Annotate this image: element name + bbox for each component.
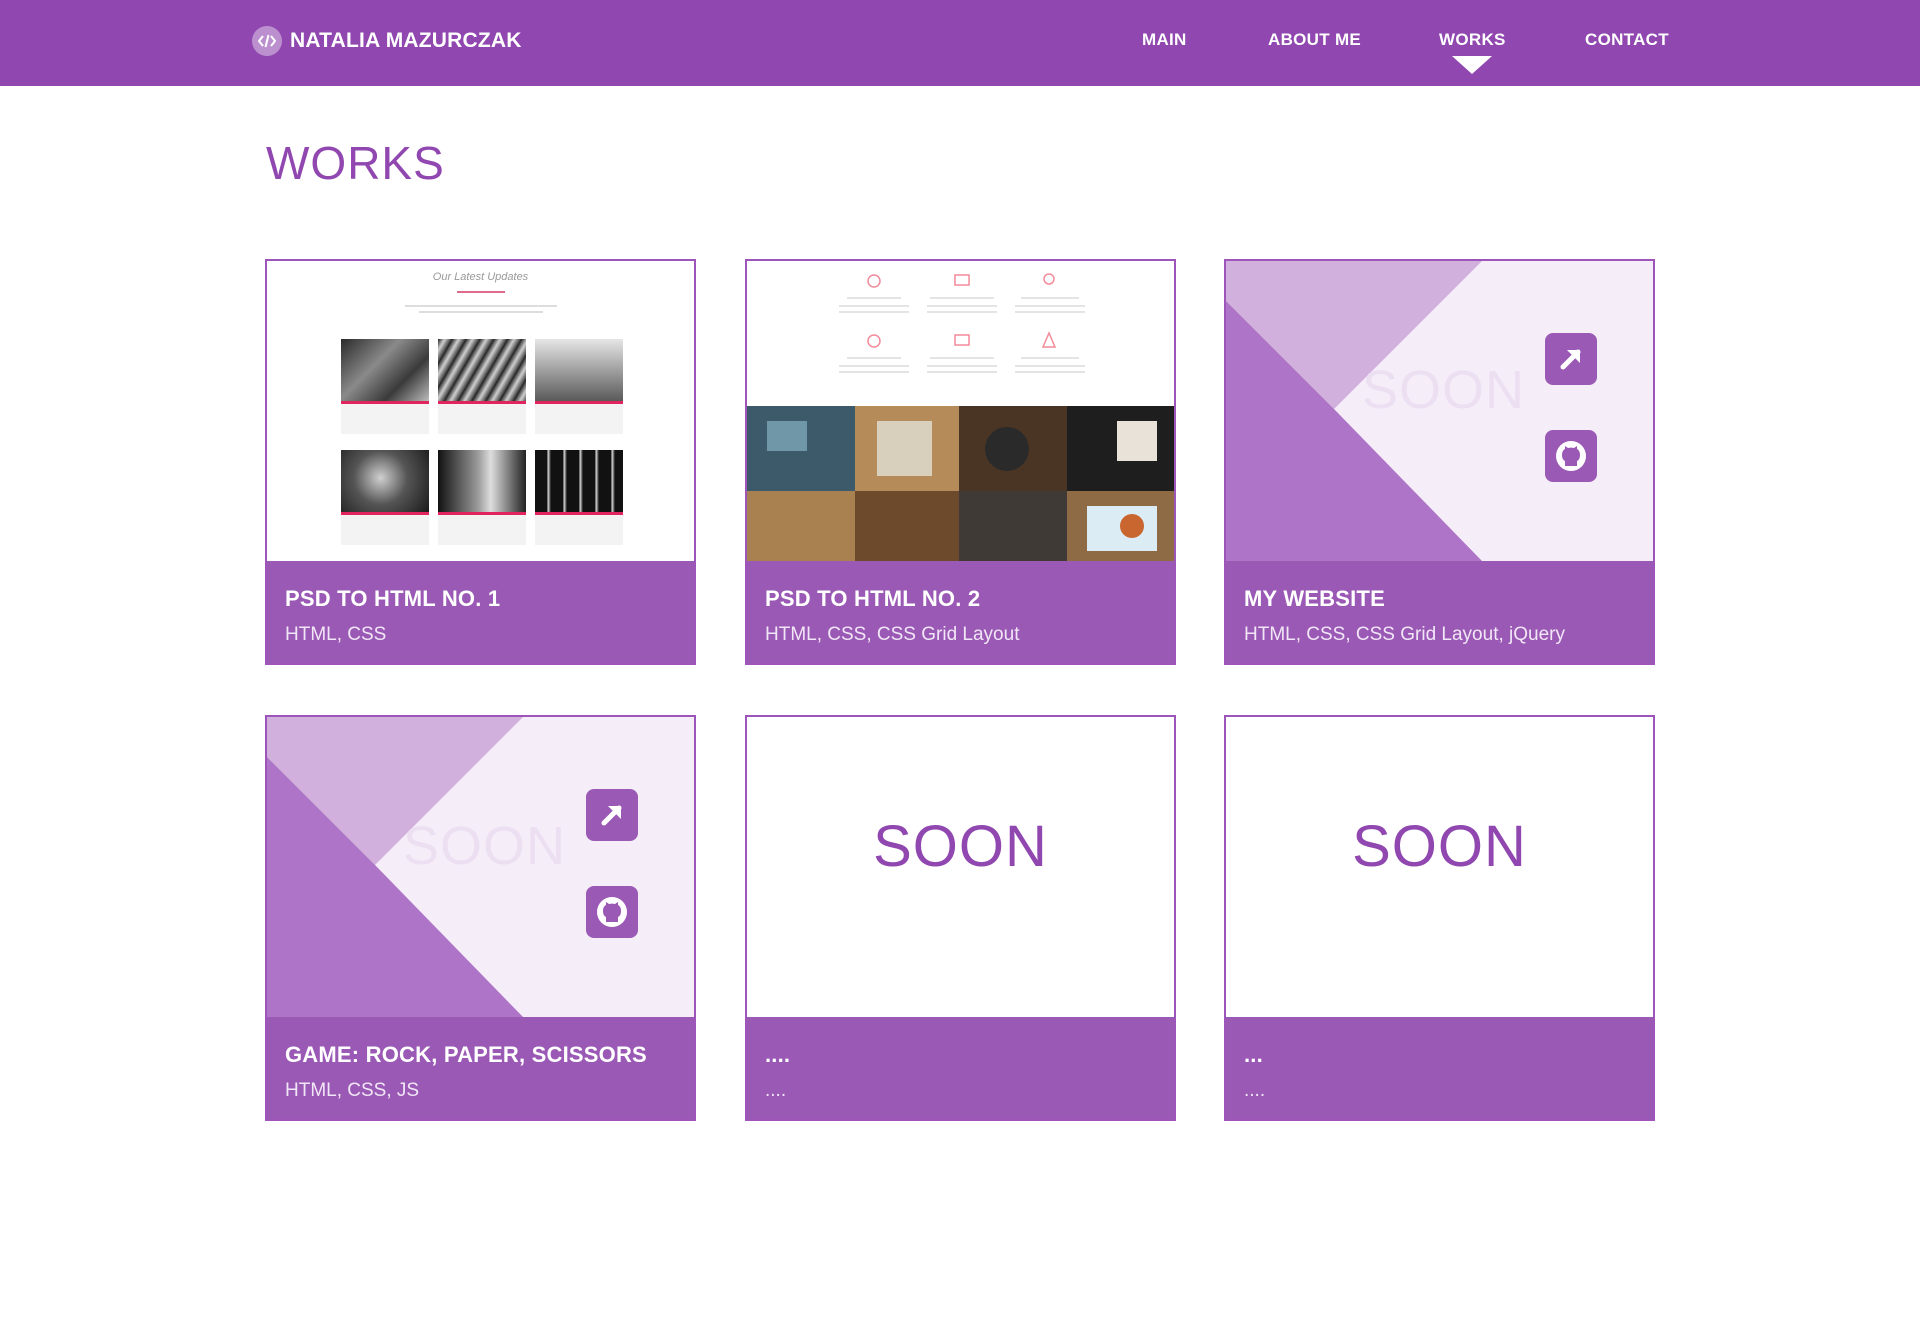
thumbnail-photo <box>438 339 526 401</box>
project-card[interactable]: Our Latest Updates PSD TO HTML NO. 1 HTM… <box>265 259 696 665</box>
project-title: .... <box>765 1042 791 1067</box>
external-link-icon[interactable] <box>1545 333 1597 385</box>
project-info: ... .... <box>1226 1017 1653 1119</box>
active-nav-indicator <box>1452 56 1492 74</box>
project-card[interactable]: SOON ... .... <box>1224 715 1655 1121</box>
project-thumbnail: SOON <box>267 717 694 1017</box>
thumbnail-photo <box>341 450 429 512</box>
nav-contact[interactable]: CONTACT <box>1585 30 1669 50</box>
thumbnail-photo <box>535 339 623 401</box>
code-icon <box>252 26 282 56</box>
project-info: MY WEBSITE HTML, CSS, CSS Grid Layout, j… <box>1226 561 1653 663</box>
logo-text: NATALIA MAZURCZAK <box>290 29 522 52</box>
top-navbar: NATALIA MAZURCZAK MAIN ABOUT ME WORKS CO… <box>0 0 1920 86</box>
logo[interactable]: NATALIA MAZURCZAK <box>252 26 522 56</box>
project-card[interactable]: SOON GAME: ROCK, PAPER, SCISSORS HTML, C… <box>265 715 696 1121</box>
project-title: ... <box>1244 1042 1263 1067</box>
project-title: PSD TO HTML NO. 2 <box>765 586 981 611</box>
project-tags: HTML, CSS, JS <box>285 1080 420 1101</box>
nav-works[interactable]: WORKS <box>1439 30 1506 50</box>
nav-main[interactable]: MAIN <box>1142 30 1187 50</box>
thumbnail-photo <box>535 450 623 512</box>
project-thumbnail <box>747 261 1174 561</box>
project-title: PSD TO HTML NO. 1 <box>285 586 501 611</box>
project-tags: .... <box>1244 1080 1266 1101</box>
project-tags: HTML, CSS, CSS Grid Layout <box>765 624 1020 645</box>
github-icon[interactable] <box>586 886 638 938</box>
project-info: PSD TO HTML NO. 1 HTML, CSS <box>267 561 694 663</box>
project-thumbnail: SOON <box>747 717 1174 1017</box>
project-title: GAME: ROCK, PAPER, SCISSORS <box>285 1042 647 1067</box>
thumbnail-photo <box>438 450 526 512</box>
project-info: .... .... <box>747 1017 1174 1119</box>
project-card[interactable]: SOON MY WEBSITE HTML, CSS, CSS Grid Layo… <box>1224 259 1655 665</box>
project-tags: .... <box>765 1080 787 1101</box>
thumbnail-screenshot <box>747 273 1174 561</box>
project-thumbnail: SOON <box>1226 261 1653 561</box>
project-info: GAME: ROCK, PAPER, SCISSORS HTML, CSS, J… <box>267 1017 694 1119</box>
placeholder-text: SOON <box>403 816 567 876</box>
soon-label: SOON <box>1352 814 1527 879</box>
external-link-icon[interactable] <box>586 789 638 841</box>
nav-about-me[interactable]: ABOUT ME <box>1268 30 1361 50</box>
soon-label: SOON <box>873 814 1048 879</box>
project-info: PSD TO HTML NO. 2 HTML, CSS, CSS Grid La… <box>747 561 1174 663</box>
project-thumbnail: Our Latest Updates <box>267 261 694 561</box>
project-card[interactable]: SOON .... .... <box>745 715 1176 1121</box>
project-card[interactable]: PSD TO HTML NO. 2 HTML, CSS, CSS Grid La… <box>745 259 1176 665</box>
thumbnail-photo <box>341 339 429 401</box>
placeholder-text: SOON <box>1362 360 1526 420</box>
github-icon[interactable] <box>1545 430 1597 482</box>
page-title: WORKS <box>266 137 445 189</box>
project-thumbnail: SOON <box>1226 717 1653 1017</box>
project-tags: HTML, CSS <box>285 624 387 645</box>
thumbnail-caption: Our Latest Updates <box>432 271 529 283</box>
project-title: MY WEBSITE <box>1244 586 1385 611</box>
project-tags: HTML, CSS, CSS Grid Layout, jQuery <box>1244 624 1565 645</box>
